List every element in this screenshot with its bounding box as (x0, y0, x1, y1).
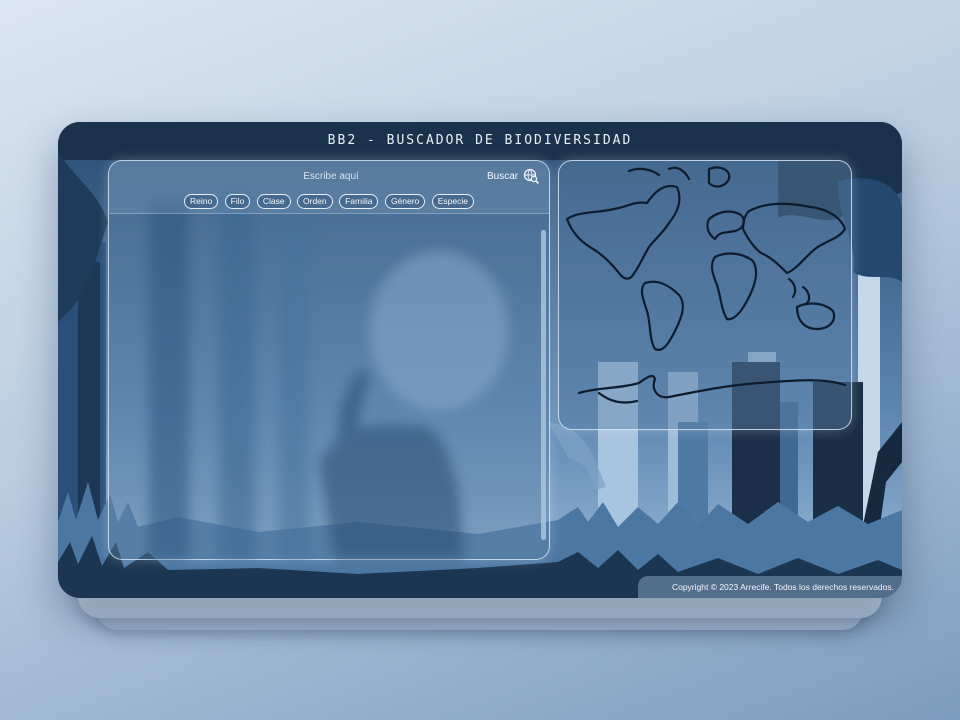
blurred-forest-backdrop (149, 191, 509, 559)
search-input[interactable] (259, 166, 403, 186)
filter-chip-reino[interactable]: Reino (183, 194, 219, 209)
app-title: BB2 - BUSCADOR DE BIODIVERSIDAD (327, 133, 633, 148)
title-bar: BB2 - BUSCADOR DE BIODIVERSIDAD (58, 122, 902, 160)
map-panel[interactable] (558, 160, 852, 430)
taxonomy-filters: Reino Filo Clase Orden Familia Género Es… (109, 191, 549, 209)
search-button-label: Buscar (487, 170, 519, 182)
world-map-icon (565, 166, 847, 404)
filter-chip-clase[interactable]: Clase (256, 194, 291, 209)
filter-chip-filo[interactable]: Filo (224, 194, 251, 209)
search-globe-icon (523, 168, 539, 184)
filter-chip-familia[interactable]: Familia (339, 194, 379, 209)
search-button[interactable]: Buscar (487, 166, 539, 186)
footer-copyright: Copyright © 2023 Arrecife. Todos los der… (638, 576, 902, 598)
search-header: Buscar Reino Filo Clase Orden Familia Gé… (109, 161, 549, 214)
filter-chip-especie[interactable]: Especie (431, 194, 474, 209)
filter-chip-genero[interactable]: Género (384, 194, 426, 209)
filter-chip-orden[interactable]: Orden (297, 194, 333, 209)
app-window: BB2 - BUSCADOR DE BIODIVERSIDAD Buscar (58, 122, 902, 598)
search-panel: Buscar Reino Filo Clase Orden Familia Gé… (108, 160, 550, 560)
